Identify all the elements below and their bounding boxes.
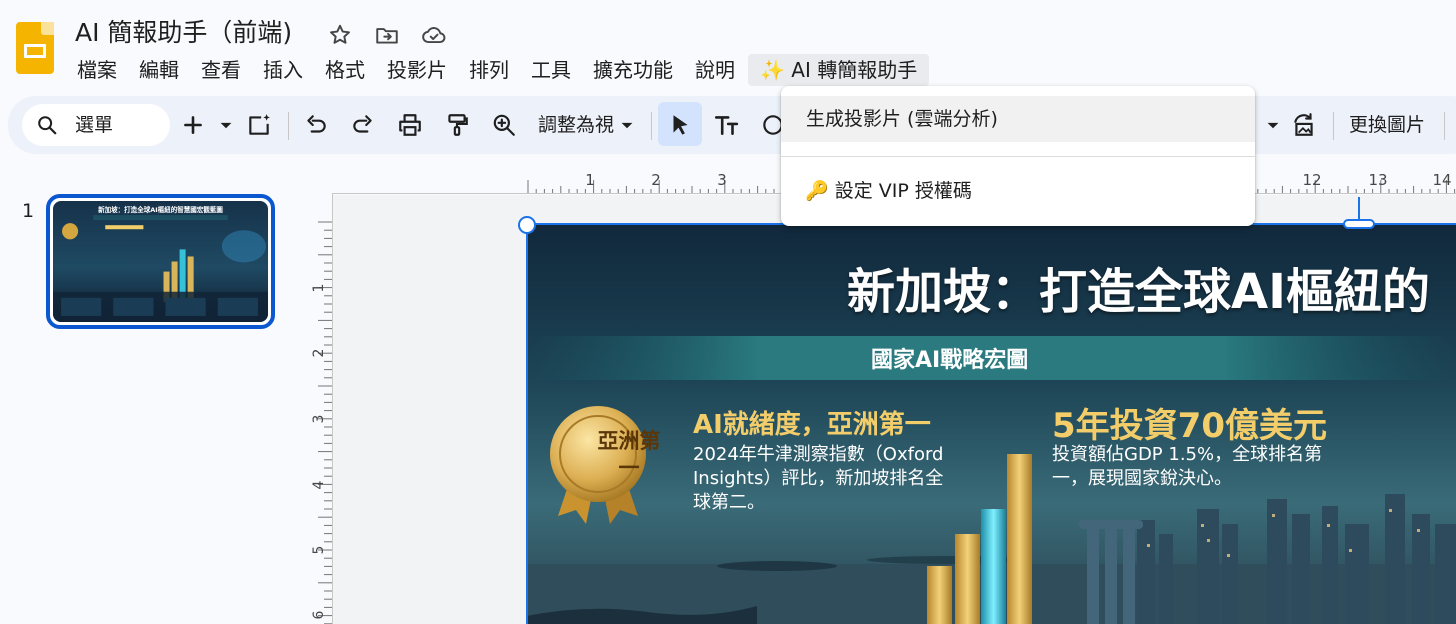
image-dropdown-icon[interactable] — [1260, 112, 1286, 138]
toolbar-divider — [1333, 112, 1334, 140]
new-slide-dropdown-icon[interactable] — [213, 112, 239, 138]
move-folder-icon[interactable] — [374, 22, 400, 48]
star-icon[interactable] — [327, 22, 353, 48]
search-icon — [38, 116, 57, 135]
set-vip-license-item[interactable]: 🔑 設定 VIP 授權碼 — [781, 168, 1255, 214]
menu-ai-addon[interactable]: ✨ AI 轉簡報助手 — [748, 54, 930, 86]
new-slide-plus-icon[interactable] — [180, 112, 206, 138]
ruler-label: 1 — [585, 171, 595, 189]
cloud-saved-icon[interactable] — [421, 22, 447, 48]
ruler-label: 13 — [1368, 171, 1387, 189]
zoom-icon[interactable] — [491, 112, 517, 138]
slide-number: 1 — [22, 200, 35, 222]
selection-border — [526, 223, 1456, 624]
resize-handle-top-left[interactable] — [518, 216, 536, 234]
ruler-label: 14 — [1432, 171, 1451, 189]
cursor-arrow-icon — [673, 115, 688, 135]
toolbar-divider — [1444, 112, 1445, 140]
menu-slide[interactable]: 投影片 — [376, 54, 458, 86]
logo-fold — [41, 22, 54, 35]
slide-thumbnail-1[interactable]: 新加坡：打造全球AI樞紐的智慧國宏觀藍圖 — [46, 194, 275, 329]
ruler-label: 5 — [311, 546, 327, 555]
ruler-label: 2 — [651, 171, 661, 189]
redo-icon[interactable] — [350, 112, 376, 138]
logo-slide-icon — [24, 44, 46, 58]
new-slide-layout-icon[interactable] — [246, 112, 272, 138]
zoom-fit-select[interactable]: 調整為視 — [538, 96, 614, 154]
zoom-dropdown-icon[interactable] — [614, 112, 640, 138]
ruler-label: 3 — [311, 415, 327, 424]
toolbar-divider — [288, 112, 289, 140]
paint-format-icon[interactable] — [444, 112, 470, 138]
resize-handle-top[interactable] — [1343, 219, 1375, 229]
menu-search-label: 選單 — [75, 114, 114, 136]
thumbnail-title: 新加坡：打造全球AI樞紐的智慧國宏觀藍圖 — [98, 205, 223, 214]
vertical-ruler[interactable]: 1 2 3 4 5 6 — [308, 194, 332, 624]
ruler-label: 2 — [311, 349, 327, 358]
slides-logo[interactable] — [16, 22, 54, 74]
menu-help[interactable]: 說明 — [684, 54, 746, 86]
rotate-handle-stem — [1358, 197, 1360, 219]
dropdown-separator — [781, 156, 1255, 157]
ruler-label: 4 — [311, 480, 327, 489]
document-title[interactable]: AI 簡報助手（前端) — [75, 16, 292, 50]
replace-image-button[interactable]: 更換圖片 — [1349, 96, 1439, 154]
menu-view[interactable]: 查看 — [190, 54, 252, 86]
menu-extensions[interactable]: 擴充功能 — [582, 54, 684, 86]
menu-search-box[interactable]: 選單 — [22, 104, 170, 146]
undo-icon[interactable] — [303, 112, 329, 138]
ruler-label: 1 — [311, 284, 327, 293]
generate-slides-item[interactable]: 生成投影片 (雲端分析) — [781, 96, 1255, 142]
menu-edit[interactable]: 編輯 — [128, 54, 190, 86]
menu-format[interactable]: 格式 — [314, 54, 376, 86]
ruler-label: 12 — [1302, 171, 1321, 189]
ai-addon-dropdown: 生成投影片 (雲端分析) 🔑 設定 VIP 授權碼 — [781, 86, 1255, 226]
menu-arrange[interactable]: 排列 — [458, 54, 520, 86]
menu-tools[interactable]: 工具 — [520, 54, 582, 86]
ruler-label: 6 — [311, 610, 327, 619]
reset-image-icon[interactable] — [1291, 112, 1317, 138]
text-box-icon[interactable] — [713, 112, 739, 138]
toolbar-divider — [651, 112, 652, 140]
menu-file[interactable]: 檔案 — [66, 54, 128, 86]
print-icon[interactable] — [397, 112, 423, 138]
menu-bar: 檔案 編輯 查看 插入 格式 投影片 排列 工具 擴充功能 說明 ✨ AI 轉簡… — [66, 54, 930, 86]
menu-insert[interactable]: 插入 — [252, 54, 314, 86]
thumbnail-image: 新加坡：打造全球AI樞紐的智慧國宏觀藍圖 — [53, 201, 268, 322]
ruler-label: 3 — [717, 171, 727, 189]
